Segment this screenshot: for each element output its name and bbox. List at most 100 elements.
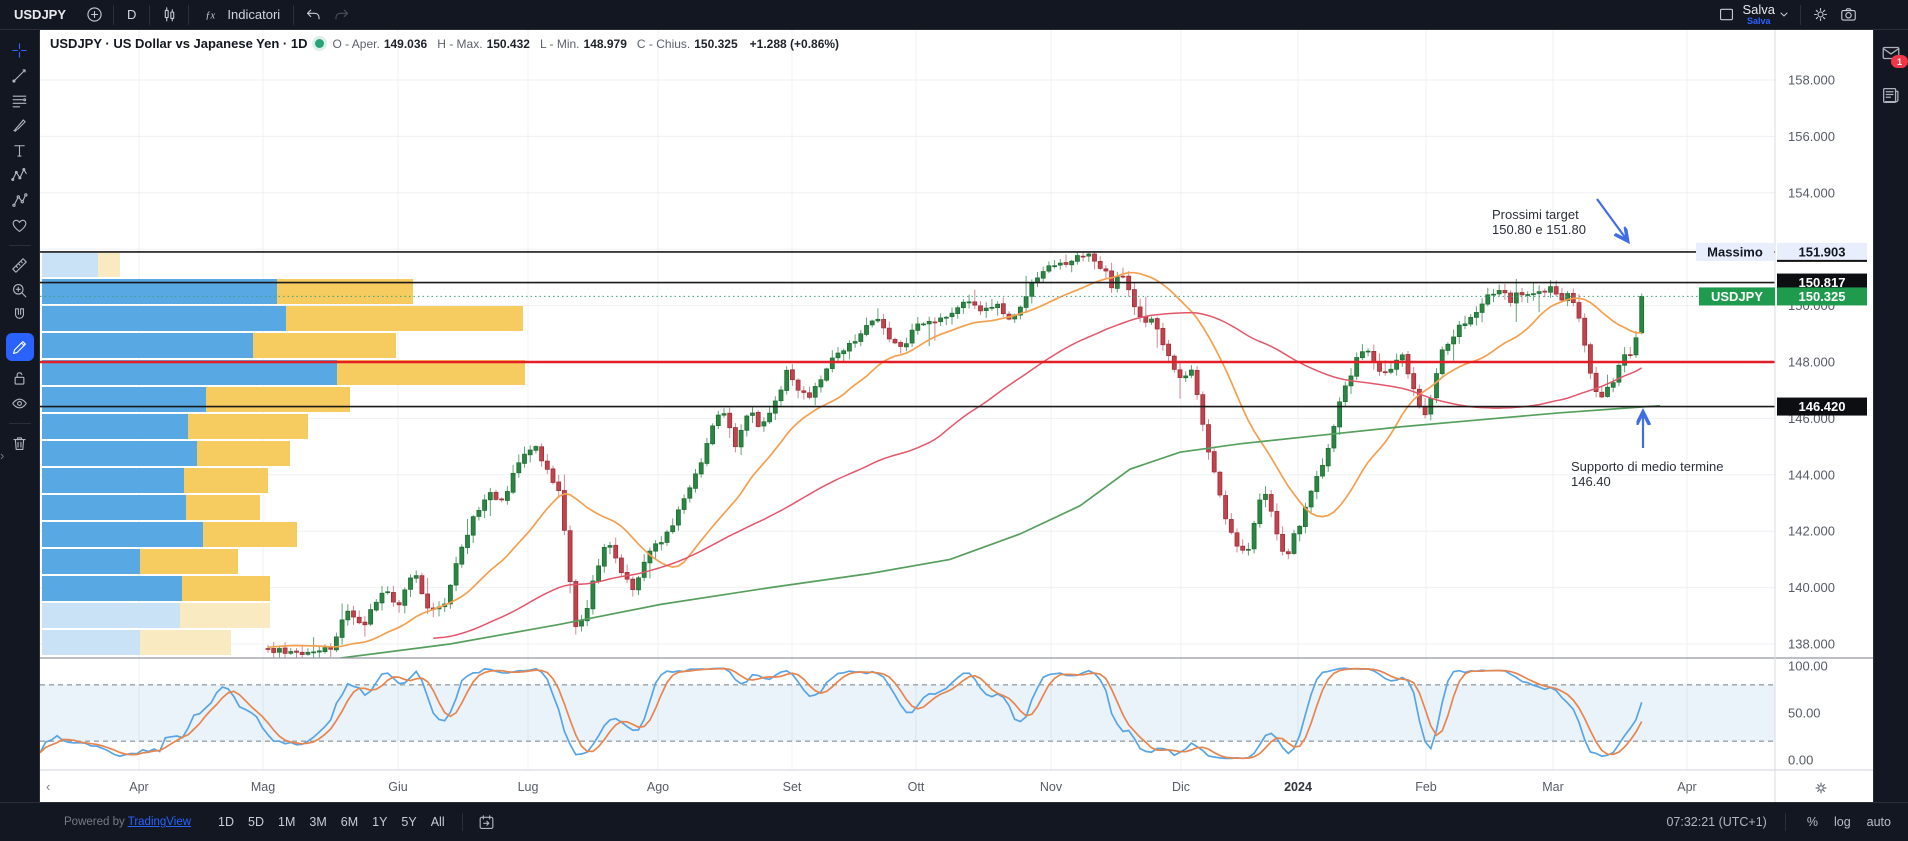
range-1D-button[interactable]: 1D xyxy=(211,812,241,832)
range-All-button[interactable]: All xyxy=(424,812,452,832)
massimo-name-label[interactable]: Massimo xyxy=(1696,242,1774,261)
candle-body xyxy=(898,342,904,347)
axis-collapse-chevron[interactable]: ‹ xyxy=(46,779,50,794)
candle-body xyxy=(932,321,938,324)
candle-body xyxy=(1285,551,1291,555)
candle-body xyxy=(1200,394,1206,425)
candle-body xyxy=(1456,324,1462,338)
magnet-tool-icon[interactable] xyxy=(5,303,35,328)
candle-body xyxy=(864,325,869,335)
log-scale-button[interactable]: log xyxy=(1831,813,1854,831)
volume-profile-buy-bar xyxy=(42,387,206,412)
candle-body xyxy=(1154,318,1160,330)
range-6M-button[interactable]: 6M xyxy=(334,812,365,832)
volume-profile-sell-bar xyxy=(188,414,308,439)
volume-profile-sell-bar xyxy=(253,333,396,358)
tradingview-link[interactable]: TradingView xyxy=(128,816,191,828)
candle-body xyxy=(943,316,949,319)
remove-drawings-tool-icon[interactable] xyxy=(5,431,35,456)
forecast-tool-icon[interactable] xyxy=(5,188,35,213)
low-value: 148.979 xyxy=(583,36,627,51)
interval-button[interactable]: D xyxy=(119,2,144,28)
candle-body xyxy=(590,580,596,610)
pattern-xabcd-tool-icon[interactable] xyxy=(5,163,35,188)
candle-body xyxy=(345,610,351,621)
brush-tool-icon[interactable] xyxy=(5,113,35,138)
fib-retracement-tool-icon[interactable] xyxy=(5,88,35,113)
range-3M-button[interactable]: 3M xyxy=(302,812,333,832)
candle-body xyxy=(1536,291,1542,294)
candle-body xyxy=(339,619,345,638)
save-button[interactable]: Salva Salva xyxy=(1742,2,1793,28)
close-label: C - Chius. xyxy=(636,36,691,51)
candle-body xyxy=(801,390,807,393)
candle-body xyxy=(733,427,738,448)
current-price-label[interactable]: 150.325 xyxy=(1777,287,1867,306)
redo-icon[interactable] xyxy=(327,2,355,28)
candle-body xyxy=(373,601,379,611)
candle-body xyxy=(482,499,488,511)
candle-body xyxy=(841,350,847,355)
support-price-label[interactable]: 146.420 xyxy=(1777,397,1867,416)
candle-body xyxy=(1496,290,1502,295)
candle-body xyxy=(778,389,784,402)
candle-body xyxy=(493,491,499,500)
auto-scale-button[interactable]: auto xyxy=(1864,813,1894,831)
screenshot-camera-icon[interactable] xyxy=(1834,2,1862,28)
candle-body xyxy=(1639,296,1645,334)
clock[interactable]: 07:32:21 (UTC+1) xyxy=(1666,815,1766,829)
candle-body xyxy=(1097,261,1103,269)
chart-canvas[interactable]: 158.000156.000154.000152.000150.000148.0… xyxy=(40,30,1873,802)
symbol-price-flag[interactable]: USDJPY xyxy=(1699,287,1775,306)
news-icon[interactable] xyxy=(1880,84,1902,106)
change-value: +1.288 (+0.86%) xyxy=(749,36,840,51)
candle-body xyxy=(282,647,288,654)
undo-icon[interactable] xyxy=(299,2,327,28)
massimo-price-label[interactable]: 151.903 xyxy=(1777,242,1867,262)
hide-drawings-tool-icon[interactable] xyxy=(5,391,35,416)
indicators-button[interactable]: ƒx Indicatori xyxy=(194,2,288,28)
settings-gear-icon[interactable] xyxy=(1806,2,1834,28)
range-1M-button[interactable]: 1M xyxy=(271,812,302,832)
layout-icon[interactable] xyxy=(1712,2,1740,28)
candle-body xyxy=(972,301,978,306)
target-note-text: Prossimi target xyxy=(1492,207,1579,222)
emoji-heart-tool-icon[interactable] xyxy=(5,213,35,238)
drawing-mode-button-icon[interactable] xyxy=(5,333,34,361)
price-tick: 144.000 xyxy=(1788,467,1835,482)
candle-body xyxy=(544,460,550,470)
candle-body xyxy=(881,319,886,329)
crosshair-tool-icon[interactable] xyxy=(5,38,35,63)
candle-body xyxy=(721,413,727,416)
support-note-text: 146.40 xyxy=(1571,474,1611,489)
volume-profile-buy-bar xyxy=(42,576,182,601)
candle-body xyxy=(807,392,812,398)
candle-body xyxy=(738,430,744,448)
price-tick: 142.000 xyxy=(1788,524,1835,539)
symbol-button[interactable]: USDJPY xyxy=(10,2,80,28)
trend-line-tool-icon[interactable] xyxy=(5,63,35,88)
candle-body xyxy=(921,323,926,326)
divider xyxy=(149,4,151,25)
chart-style-candles-icon[interactable] xyxy=(155,2,183,28)
percent-scale-button[interactable]: % xyxy=(1804,813,1821,831)
sidebar-expand-chevron[interactable]: › xyxy=(0,448,4,463)
symbol-add-icon[interactable] xyxy=(80,2,108,28)
range-1Y-button[interactable]: 1Y xyxy=(365,812,394,832)
candle-body xyxy=(1149,318,1154,323)
symbol-description[interactable]: USDJPY · US Dollar vs Japanese Yen · 1D xyxy=(50,36,307,51)
chevron-down-icon[interactable] xyxy=(1775,2,1793,28)
range-5D-button[interactable]: 5D xyxy=(241,812,271,832)
text-tool-icon[interactable] xyxy=(5,138,35,163)
go-to-date-icon[interactable] xyxy=(473,809,501,835)
candle-body xyxy=(1035,277,1040,283)
candle-body xyxy=(396,602,402,606)
measure-ruler-tool-icon[interactable] xyxy=(5,253,35,278)
zoom-in-tool-icon[interactable] xyxy=(5,278,35,303)
range-5Y-button[interactable]: 5Y xyxy=(394,812,423,832)
messages-icon[interactable]: 1 xyxy=(1880,42,1908,68)
candle-body xyxy=(265,648,271,650)
lock-drawings-tool-icon[interactable] xyxy=(5,366,35,391)
candle-body xyxy=(983,307,989,311)
candle-body xyxy=(886,327,892,340)
